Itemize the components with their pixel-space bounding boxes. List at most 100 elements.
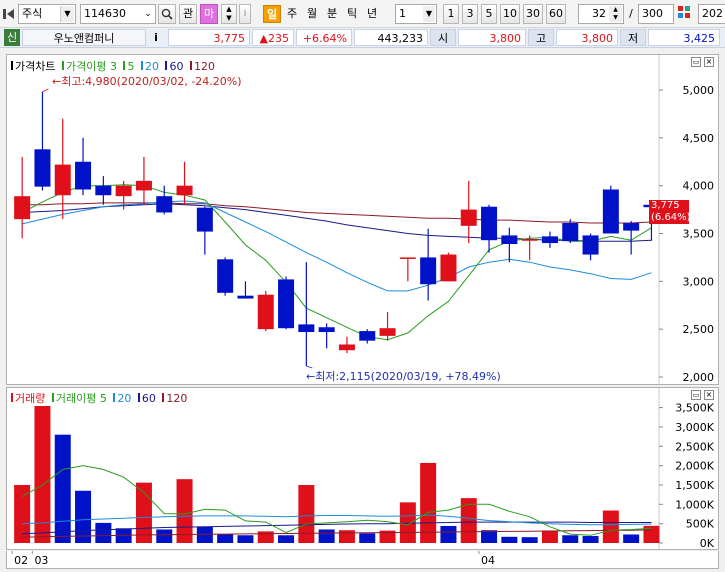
- chevron-down-icon: ⌄: [144, 9, 152, 19]
- legend-marker: [61, 61, 64, 70]
- volume-value: 443,233: [354, 29, 428, 46]
- volume-ma20-line: [22, 514, 652, 526]
- period-year[interactable]: 년: [363, 5, 381, 23]
- volume-bar: [582, 536, 599, 543]
- market-select[interactable]: 주식 ▼: [18, 4, 76, 24]
- volume-bar: [156, 529, 173, 543]
- volume-bar: [54, 434, 71, 543]
- volume-ma5-line: [21, 465, 652, 536]
- legend-volume-title: 거래량: [15, 392, 46, 405]
- unit-select[interactable]: 1 ▼: [395, 4, 437, 24]
- candle-body: [278, 279, 295, 329]
- volume-bar: [217, 534, 234, 543]
- legend-volume-20: 20: [117, 392, 132, 405]
- volume-bar: [278, 535, 295, 543]
- high-label: 고: [528, 29, 554, 46]
- volume-y-tick-label: 3,500K: [675, 402, 714, 415]
- price-y-tick-label: 3,500: [683, 228, 715, 241]
- ma-button[interactable]: 마: [200, 4, 218, 24]
- period-day[interactable]: 일: [263, 5, 281, 23]
- quick-unit-5[interactable]: 5: [481, 4, 497, 24]
- legend-price-ma5: 가격이평 3: [65, 60, 117, 73]
- quick-unit-1[interactable]: 1: [443, 4, 459, 24]
- volume-bar: [257, 531, 274, 543]
- candle-body: [14, 196, 31, 220]
- legend-marker: [137, 393, 140, 402]
- legend-volume-120: 120: [166, 392, 188, 405]
- last-price-label: 3,775: [651, 200, 680, 211]
- candle-body: [95, 185, 112, 196]
- candle-body: [156, 196, 173, 213]
- price-y-tick-label: 4,500: [683, 132, 715, 145]
- open-label: 시: [430, 29, 456, 46]
- panel-minimize-icon[interactable]: ▭: [691, 57, 701, 67]
- price-ma5-line: [21, 184, 652, 341]
- price-y-tick-label: 5,000: [683, 84, 715, 97]
- current-price: 3,775: [168, 29, 250, 46]
- period-month[interactable]: 월: [303, 5, 321, 23]
- x-tick-label: 03: [34, 554, 48, 567]
- volume-bar: [541, 530, 558, 543]
- info-icon[interactable]: i: [150, 29, 162, 46]
- period-minute[interactable]: 분: [323, 5, 341, 23]
- price-chart-panel[interactable]: 2,000 2,500 3,000 3,500 4,000 4,500 5,000 가격차트…: [6, 54, 719, 385]
- high-annotation: ←최고:4,980(2020/03/02, -24.20%): [52, 75, 242, 88]
- volume-bar: [602, 510, 619, 543]
- drag-arrow-icon[interactable]: [3, 7, 15, 21]
- legend-price-title: 가격차트: [15, 60, 56, 73]
- chevron-down-icon: ▼: [60, 6, 74, 22]
- volume-bar: [75, 490, 92, 543]
- quick-unit-30[interactable]: 30: [523, 4, 543, 24]
- volume-bar: [501, 536, 518, 543]
- count-input[interactable]: 32 ▲ ▼: [578, 4, 624, 24]
- panel-close-icon[interactable]: ×: [704, 57, 714, 67]
- candle-body: [176, 185, 193, 196]
- candle-body: [460, 209, 477, 226]
- market-select-value: 주식: [22, 7, 43, 20]
- legend-marker: [123, 61, 126, 70]
- legend-volume-60: 60: [141, 392, 156, 405]
- candle-body: [420, 257, 437, 285]
- price-chart[interactable]: 2,000 2,500 3,000 3,500 4,000 4,500 5,000: [7, 55, 718, 384]
- candle-body: [75, 161, 92, 190]
- candle-body: [582, 235, 599, 255]
- price-y-tick-label: 4,000: [683, 180, 715, 193]
- price-y-tick-label: 3,000: [683, 275, 715, 288]
- gwan-button[interactable]: 관: [179, 4, 197, 24]
- high-pointer: [42, 88, 49, 93]
- volume-bar: [440, 525, 457, 543]
- panel-minimize-icon[interactable]: ▭: [691, 390, 701, 400]
- date-input-value: 202: [702, 7, 723, 20]
- period-week[interactable]: 주: [283, 5, 301, 23]
- legend-price-120: 120: [193, 60, 215, 73]
- candle-body: [196, 207, 213, 232]
- more-button[interactable]: ⁝: [239, 4, 251, 24]
- volume-chart[interactable]: 0K 500K 1,000K 1,500K 2,000K 2,500K 3,000K 3,50…: [7, 388, 718, 549]
- stock-name[interactable]: 우노앤컴퍼니: [22, 29, 146, 46]
- search-button[interactable]: [158, 4, 176, 24]
- quick-unit-3[interactable]: 3: [462, 4, 478, 24]
- quick-unit-60[interactable]: 60: [546, 4, 566, 24]
- low-price: 3,425: [648, 29, 720, 46]
- period-tick[interactable]: 틱: [343, 5, 361, 23]
- price-y-tick-label: 2,000: [683, 371, 715, 384]
- candle-body: [34, 149, 51, 187]
- panel-close-icon[interactable]: ×: [704, 390, 714, 400]
- legend-price-20: 20: [144, 60, 159, 73]
- total-input[interactable]: 300: [638, 4, 674, 24]
- legend-marker: [140, 61, 143, 70]
- candle-body: [379, 328, 396, 336]
- volume-y-tick-label: 2,000K: [675, 460, 714, 473]
- volume-legend: 거래량 거래이평 5 20 60 120: [11, 390, 188, 406]
- legend-marker: [11, 393, 13, 402]
- code-input[interactable]: 114630 ⌄: [80, 4, 156, 24]
- up-down-spinner[interactable]: ▲ ▼: [221, 4, 237, 24]
- quick-unit-10[interactable]: 10: [500, 4, 520, 24]
- date-input[interactable]: 202: [698, 4, 725, 24]
- candle-body: [298, 324, 315, 333]
- candle-body: [135, 180, 152, 191]
- volume-chart-panel[interactable]: 0K 500K 1,000K 1,500K 2,000K 2,500K 3,000K 3,50…: [6, 387, 719, 550]
- volume-bar: [95, 522, 112, 543]
- chevron-down-icon: ▼: [423, 6, 435, 22]
- chart-settings-icon[interactable]: [677, 5, 693, 23]
